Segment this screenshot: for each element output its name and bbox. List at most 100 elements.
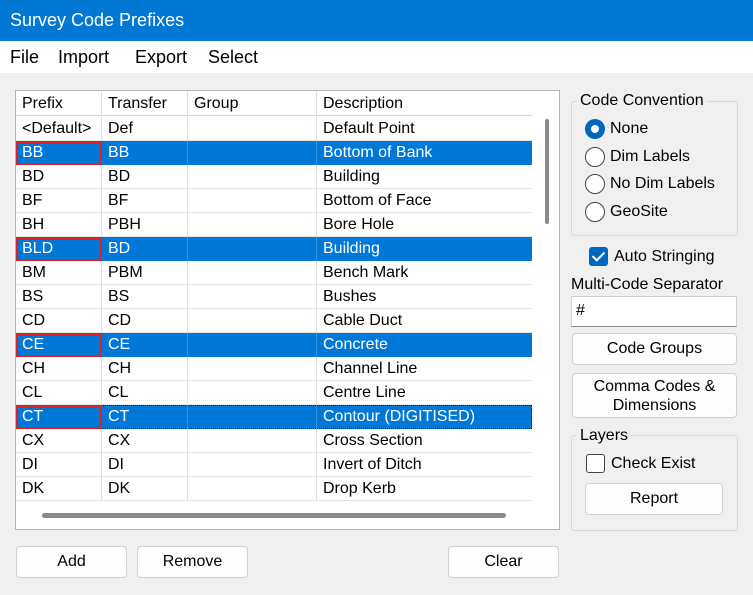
cell-description[interactable]: Bench Mark [317,261,532,285]
table-row[interactable]: CE CE Concrete [16,333,532,357]
cell-group[interactable] [188,381,317,405]
cell-transfer[interactable]: PBM [102,261,188,285]
cell-prefix[interactable]: BD [16,165,102,189]
vertical-scrollbar[interactable] [543,117,551,512]
column-header-prefix[interactable]: Prefix [16,91,102,116]
cell-group[interactable] [188,117,317,141]
cell-prefix[interactable]: BH [16,213,102,237]
table-row[interactable]: <Default> Def Default Point [16,117,532,141]
horizontal-scroll-thumb[interactable] [42,513,506,518]
cell-prefix[interactable]: BB [16,141,102,165]
cell-group[interactable] [188,357,317,381]
cell-prefix[interactable]: BF [16,189,102,213]
cell-prefix[interactable]: CH [16,357,102,381]
remove-button[interactable]: Remove [137,546,248,578]
cell-group[interactable] [188,189,317,213]
table-row[interactable]: BD BD Building [16,165,532,189]
table-row[interactable]: DI DI Invert of Ditch [16,453,532,477]
cell-group[interactable] [188,429,317,453]
cell-transfer[interactable]: CD [102,309,188,333]
cell-prefix[interactable]: BS [16,285,102,309]
cell-description[interactable]: Building [317,165,532,189]
cell-group[interactable] [188,165,317,189]
menu-file[interactable]: File [10,41,39,73]
table-row[interactable]: BH PBH Bore Hole [16,213,532,237]
cell-transfer[interactable]: BF [102,189,188,213]
table-row[interactable]: CX CX Cross Section [16,429,532,453]
cell-description[interactable]: Bottom of Face [317,189,532,213]
cell-transfer[interactable]: DI [102,453,188,477]
menu-select[interactable]: Select [208,41,258,73]
cell-description[interactable]: Centre Line [317,381,532,405]
table-row[interactable]: BS BS Bushes [16,285,532,309]
cell-transfer[interactable]: BD [102,165,188,189]
table-row[interactable]: CH CH Channel Line [16,357,532,381]
table-row[interactable]: BF BF Bottom of Face [16,189,532,213]
cell-transfer[interactable]: Def [102,117,188,141]
cell-prefix[interactable]: DI [16,453,102,477]
cell-description[interactable]: Bottom of Bank [317,141,532,165]
cell-prefix[interactable]: CD [16,309,102,333]
table-row[interactable]: CT CT Contour (DIGITISED) [16,405,532,429]
cell-transfer[interactable]: BS [102,285,188,309]
table-row[interactable]: BLD BD Building [16,237,532,261]
cell-group[interactable] [188,261,317,285]
cell-group[interactable] [188,237,317,261]
cell-description[interactable]: Bushes [317,285,532,309]
cell-description[interactable]: Concrete [317,333,532,357]
cell-prefix[interactable]: CT [16,405,102,429]
cell-description[interactable]: Drop Kerb [317,477,532,501]
cell-transfer[interactable]: CE [102,333,188,357]
menu-export[interactable]: Export [135,41,187,73]
table-row[interactable]: DK DK Drop Kerb [16,477,532,501]
cell-transfer[interactable]: PBH [102,213,188,237]
cell-description[interactable]: Invert of Ditch [317,453,532,477]
cell-transfer[interactable]: BB [102,141,188,165]
column-header-transfer[interactable]: Transfer [102,91,188,116]
cell-description[interactable]: Building [317,237,532,261]
cell-group[interactable] [188,453,317,477]
cell-group[interactable] [188,141,317,165]
separator-input[interactable]: # [571,296,737,327]
table-row[interactable]: CL CL Centre Line [16,381,532,405]
clear-button[interactable]: Clear [448,546,559,578]
cell-prefix[interactable]: CL [16,381,102,405]
table-row[interactable]: BB BB Bottom of Bank [16,141,532,165]
cell-prefix[interactable]: BLD [16,237,102,261]
cell-group[interactable] [188,285,317,309]
cell-prefix[interactable]: CE [16,333,102,357]
cell-prefix[interactable]: DK [16,477,102,501]
cell-description[interactable]: Bore Hole [317,213,532,237]
cell-group[interactable] [188,333,317,357]
cell-transfer[interactable]: BD [102,237,188,261]
cell-group[interactable] [188,405,317,429]
cell-description[interactable]: Channel Line [317,357,532,381]
cell-prefix[interactable]: CX [16,429,102,453]
cell-prefix[interactable]: BM [16,261,102,285]
cell-transfer[interactable]: CH [102,357,188,381]
cell-description[interactable]: Cross Section [317,429,532,453]
cell-prefix[interactable]: <Default> [16,117,102,141]
cell-group[interactable] [188,213,317,237]
vertical-scroll-thumb[interactable] [545,119,549,224]
comma-codes-dimensions-button[interactable]: Comma Codes & Dimensions [572,373,737,418]
prefix-table[interactable]: Prefix Transfer Group Description <Defau… [15,90,560,530]
column-header-group[interactable]: Group [188,91,317,116]
cell-description[interactable]: Default Point [317,117,532,141]
title-bar: Survey Code Prefixes [0,0,753,41]
cell-transfer[interactable]: CX [102,429,188,453]
cell-group[interactable] [188,309,317,333]
cell-description[interactable]: Cable Duct [317,309,532,333]
cell-transfer[interactable]: DK [102,477,188,501]
menu-import[interactable]: Import [58,41,109,73]
report-button[interactable]: Report [585,483,723,515]
cell-transfer[interactable]: CL [102,381,188,405]
code-groups-button[interactable]: Code Groups [572,333,737,365]
cell-description[interactable]: Contour (DIGITISED) [317,405,532,429]
cell-transfer[interactable]: CT [102,405,188,429]
column-header-description[interactable]: Description [317,91,532,116]
table-row[interactable]: BM PBM Bench Mark [16,261,532,285]
table-row[interactable]: CD CD Cable Duct [16,309,532,333]
add-button[interactable]: Add [16,546,127,578]
cell-group[interactable] [188,477,317,501]
